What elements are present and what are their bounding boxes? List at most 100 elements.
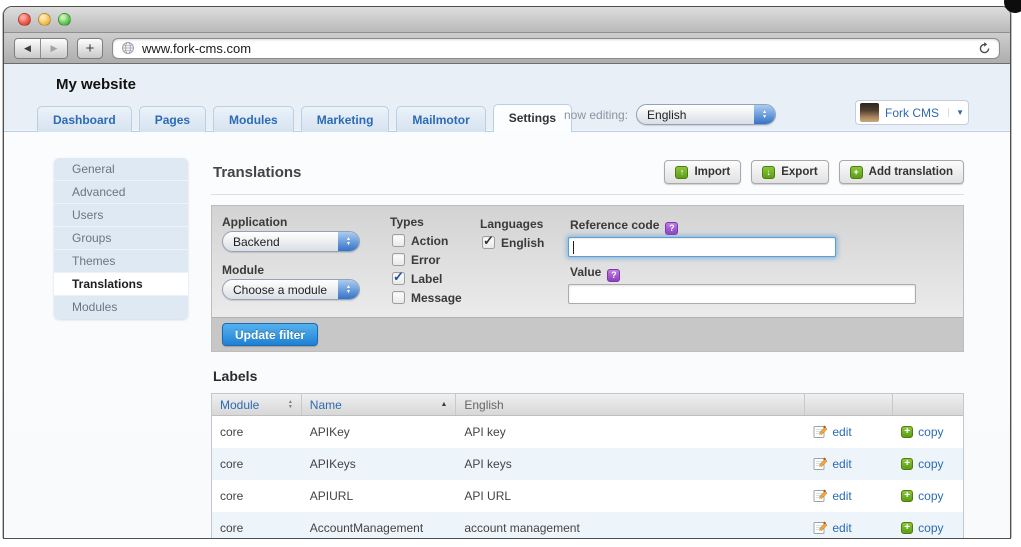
- refresh-icon[interactable]: [978, 42, 991, 55]
- main-panel: Translations ↑Import↓Export+Add translat…: [211, 64, 964, 538]
- checkbox-label: Action: [411, 234, 448, 248]
- module-select[interactable]: Choose a module ▲▼: [222, 279, 360, 300]
- sidebar-item-groups[interactable]: Groups: [54, 227, 188, 250]
- application-label: Application: [222, 215, 287, 229]
- sidebar-item-label: General: [72, 162, 115, 176]
- minimize-window-button[interactable]: [38, 13, 51, 26]
- reference-code-input[interactable]: [568, 237, 836, 257]
- sort-both-icon[interactable]: ▲▼: [288, 400, 293, 410]
- tab-label: Settings: [509, 111, 556, 125]
- export-button[interactable]: ↓ Export: [751, 160, 828, 184]
- edit-link[interactable]: edit: [813, 489, 885, 503]
- back-button[interactable]: ◀: [15, 39, 41, 58]
- page-actions: ↑Import ↓ Export +Add translation: [664, 160, 964, 184]
- globe-icon: [121, 41, 135, 55]
- edit-link[interactable]: edit: [813, 521, 885, 535]
- edit-link-label[interactable]: edit: [832, 457, 851, 471]
- tab-modules[interactable]: Modules: [213, 106, 294, 132]
- button-label: Export: [781, 166, 817, 178]
- checkbox-row-label: ✓Label: [392, 271, 442, 286]
- language-select[interactable]: English ▲▼: [636, 104, 776, 125]
- copy-link[interactable]: +copy: [901, 521, 955, 535]
- value-input[interactable]: [568, 284, 916, 304]
- tab-dashboard[interactable]: Dashboard: [37, 106, 132, 132]
- tab-label: Pages: [155, 113, 190, 127]
- column-label[interactable]: Name: [310, 398, 441, 412]
- browser-window: ◀ ▶ + www.fork-cms.com My website Dashbo…: [4, 7, 1010, 538]
- column-header-name[interactable]: Name ▲: [302, 394, 457, 415]
- text-caret: [573, 241, 574, 254]
- application-select[interactable]: Backend ▲▼: [222, 231, 360, 252]
- cell-module: core: [212, 521, 302, 535]
- module-label: Module: [222, 263, 264, 277]
- tab-label: Dashboard: [53, 113, 116, 127]
- edit-cell: edit: [805, 521, 893, 535]
- add-translation-button[interactable]: +Add translation: [839, 160, 964, 184]
- forward-button[interactable]: ▶: [41, 39, 67, 58]
- help-icon[interactable]: ?: [665, 222, 678, 235]
- copy-cell: +copy: [893, 425, 963, 439]
- column-label: English: [464, 398, 796, 412]
- copy-link-label[interactable]: copy: [918, 457, 943, 471]
- now-editing-label: now editing:: [564, 108, 628, 122]
- column-label[interactable]: Module: [220, 398, 288, 412]
- checkbox-label: English: [501, 236, 544, 250]
- cell-english: account management: [456, 521, 805, 535]
- zoom-window-button[interactable]: [58, 13, 71, 26]
- tab-pages[interactable]: Pages: [139, 106, 206, 132]
- window-titlebar[interactable]: [4, 7, 1010, 33]
- value-label-text: Value: [570, 265, 601, 279]
- address-bar[interactable]: www.fork-cms.com: [112, 38, 1000, 59]
- cell-module: core: [212, 489, 302, 503]
- checkbox-message[interactable]: [392, 291, 405, 304]
- checkbox-error[interactable]: [392, 253, 405, 266]
- new-tab-button[interactable]: +: [77, 38, 103, 59]
- checkmark-icon: ✓: [393, 269, 404, 285]
- sidebar-item-users[interactable]: Users: [54, 204, 188, 227]
- sidebar-item-label: Groups: [72, 231, 111, 245]
- sidebar-item-translations[interactable]: Translations: [54, 273, 188, 296]
- checkbox-label[interactable]: ✓: [392, 272, 405, 285]
- copy-link[interactable]: +copy: [901, 425, 955, 439]
- sidebar-item-general[interactable]: General: [54, 158, 188, 181]
- tab-label: Modules: [229, 113, 278, 127]
- copy-link-label[interactable]: copy: [918, 521, 943, 535]
- edit-link[interactable]: edit: [813, 425, 885, 439]
- application-select-value: Backend: [233, 235, 280, 249]
- column-header-module[interactable]: Module ▲▼: [212, 394, 302, 415]
- copy-cell: +copy: [893, 457, 963, 471]
- checkbox-action[interactable]: [392, 234, 405, 247]
- tab-marketing[interactable]: Marketing: [301, 106, 390, 132]
- tab-mailmotor[interactable]: Mailmotor: [396, 106, 485, 132]
- import-button[interactable]: ↑Import: [664, 160, 741, 184]
- select-stepper-icon: ▲▼: [338, 232, 359, 251]
- sidebar-item-modules[interactable]: Modules: [54, 296, 188, 319]
- arrow-down-icon: ↓: [762, 166, 775, 179]
- sort-ascending-icon[interactable]: ▲: [440, 401, 447, 408]
- url-text[interactable]: www.fork-cms.com: [142, 41, 971, 56]
- chevron-down-icon[interactable]: ▼: [948, 108, 964, 117]
- copy-link-label[interactable]: copy: [918, 489, 943, 503]
- copy-link-label[interactable]: copy: [918, 425, 943, 439]
- table-body: coreAPIKeyAPI keyedit+copycoreAPIKeysAPI…: [212, 416, 963, 538]
- sidebar-item-advanced[interactable]: Advanced: [54, 181, 188, 204]
- copy-link[interactable]: +copy: [901, 489, 955, 503]
- cell-name: APIKeys: [302, 457, 457, 471]
- copy-link[interactable]: +copy: [901, 457, 955, 471]
- update-filter-button[interactable]: Update filter: [222, 323, 318, 346]
- checkbox-english[interactable]: ✓: [482, 236, 495, 249]
- arrow-up-icon: ↑: [675, 166, 688, 179]
- tab-bar: Dashboard Pages Modules MarketingMailmotor S…: [37, 104, 572, 132]
- close-window-button[interactable]: [18, 13, 31, 26]
- edit-link-label[interactable]: edit: [832, 489, 851, 503]
- help-icon[interactable]: ?: [607, 269, 620, 282]
- sidebar-item-themes[interactable]: Themes: [54, 250, 188, 273]
- edit-link-label[interactable]: edit: [832, 425, 851, 439]
- title-divider: [211, 194, 964, 195]
- edit-link-label[interactable]: edit: [832, 521, 851, 535]
- tab-settings[interactable]: Settings: [493, 104, 572, 132]
- labels-heading: Labels: [213, 368, 257, 384]
- user-menu[interactable]: Fork CMS ▼: [855, 100, 969, 125]
- edit-link[interactable]: edit: [813, 457, 885, 471]
- checkbox-label: Message: [411, 291, 462, 305]
